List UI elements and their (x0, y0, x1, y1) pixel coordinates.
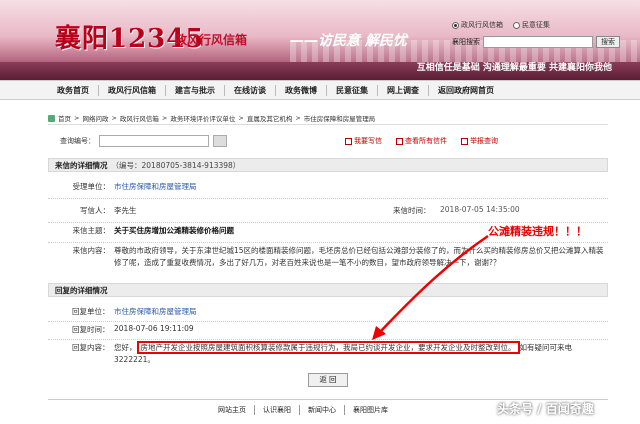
breadcrumb-item[interactable]: 网络问政 (82, 113, 108, 123)
query-button[interactable] (213, 135, 227, 147)
writer-value: 李先生 (114, 206, 137, 215)
report-query-link[interactable]: 举报查询 (461, 136, 498, 146)
divider (48, 124, 608, 125)
time-value: 2018-07-05 14:35:00 (440, 205, 520, 214)
logo-subtitle: 政风行风信箱 (175, 33, 248, 47)
breadcrumb-item[interactable]: 直属及其它机构 (247, 113, 293, 123)
radio-opinion[interactable]: 民意征集 (513, 20, 550, 30)
footer-link-home[interactable]: 网站主页 (210, 405, 255, 415)
back-button[interactable]: 返 回 (308, 373, 348, 387)
unit-label: 受理单位： (72, 182, 111, 191)
breadcrumb-item[interactable]: 政务环境评价评议单位 (170, 113, 235, 123)
footer-link-gallery[interactable]: 襄阳图片库 (345, 405, 396, 415)
content-label: 来信内容： (72, 246, 111, 255)
reply-content-row: 回复内容： 您好， 房地产开发企业按照房屋建筑面积核算装修款属于违规行为，我局已约… (48, 341, 608, 368)
nav-item-interview[interactable]: 在线访谈 (225, 84, 276, 96)
search-label: 襄阳搜索 (452, 38, 480, 46)
breadcrumb-item[interactable]: 市住房保障和房屋管理局 (304, 113, 376, 123)
pen-icon (345, 137, 352, 145)
main-nav: 政务首页 政风行风信箱 建言与批示 在线访谈 政务微博 民意征集 网上调查 返回… (0, 80, 640, 100)
letter-writer-row: 写信人： 李先生 来信时间： 2018-07-05 14:35:00 (48, 205, 608, 223)
reply-content: 您好， 房地产开发企业按照房屋建筑面积核算装修款属于违规行为，我局已约谈开发企业，… (114, 341, 604, 366)
radio-checked-icon[interactable] (452, 21, 459, 29)
radio-unchecked-icon[interactable] (513, 21, 520, 29)
nav-item-weibo[interactable]: 政务微博 (276, 84, 327, 96)
query-row: 查询编号： (60, 135, 227, 147)
letter-section-header: 来信的详细情况 （编号：20180705-3814-913398） (48, 158, 608, 172)
nav-item-survey[interactable]: 网上调查 (378, 84, 429, 96)
search-area: 政风行风信箱 民意征集 襄阳搜索 搜索 (452, 20, 632, 48)
nav-item-opinion[interactable]: 民意征集 (327, 84, 378, 96)
reply-unit-value[interactable]: 市住房保障和房屋管理局 (114, 306, 197, 317)
nav-item-gov-home[interactable]: 返回政府网首页 (429, 85, 503, 96)
reply-unit-row: 回复单位： 市住房保障和房屋管理局 (48, 306, 608, 322)
flag-icon (461, 137, 468, 145)
reply-section-header: 回复的详细情况 (48, 283, 608, 297)
footer-link-about[interactable]: 认识襄阳 (255, 405, 300, 415)
search-input[interactable] (483, 36, 593, 48)
slogan: ——访民意 解民忧 (290, 33, 407, 49)
footer-link-news[interactable]: 新闻中心 (300, 405, 345, 415)
unit-value[interactable]: 市住房保障和房屋管理局 (114, 181, 197, 192)
reply-time-row: 回复时间： 2018-07-06 19:11:09 (48, 324, 608, 340)
banner-motto: 互相信任是基础 沟通理解最重要 共建襄阳你我他 (416, 63, 612, 73)
reply-time-value: 2018-07-06 19:11:09 (114, 324, 194, 333)
writer-label: 写信人： (80, 206, 110, 215)
header-banner: 襄阳12345 政风行风信箱 ——访民意 解民忧 政风行风信箱 民意征集 襄阳搜… (0, 0, 640, 80)
breadcrumb-item[interactable]: 首页 (58, 113, 71, 123)
annotation-text: 公滩精装违规！！！ (488, 225, 587, 238)
write-letter-link[interactable]: 我要写信 (345, 136, 382, 146)
watermark: 头条号 / 百闻奇趣 (497, 402, 594, 416)
letter-unit-row: 受理单位： 市住房保障和房屋管理局 (48, 181, 608, 199)
reply-highlight: 房地产开发企业按照房屋建筑面积核算装修款属于违规行为，我局已约谈开发企业，要求开… (136, 341, 520, 354)
subject-value: 关于买住房增加公滩精装修价格问题 (114, 226, 234, 235)
subject-label: 来信主题： (72, 226, 111, 235)
list-icon (396, 137, 403, 145)
query-input[interactable] (99, 135, 209, 147)
view-all-letters-link[interactable]: 查看所有信件 (396, 136, 447, 146)
letter-content: 尊敬的市政府领导，关于东津世纪城15区的楼面精装修问题，毛坯房总价已经包括公滩部… (114, 246, 604, 267)
radio-mailbox[interactable]: 政风行风信箱 (452, 20, 503, 30)
nav-item-home[interactable]: 政务首页 (48, 84, 99, 96)
search-scope: 政风行风信箱 民意征集 (452, 20, 632, 30)
nav-item-mailbox[interactable]: 政风行风信箱 (99, 84, 166, 96)
search-row: 襄阳搜索 搜索 (452, 36, 632, 48)
home-icon (48, 114, 55, 122)
footer-links: 网站主页 认识襄阳 新闻中心 襄阳图片库 (210, 405, 396, 415)
time-label: 来信时间： (393, 206, 431, 215)
action-links: 我要写信 查看所有信件 举报查询 (345, 136, 498, 146)
query-label: 查询编号： (60, 137, 95, 145)
search-button[interactable]: 搜索 (596, 36, 620, 48)
reply-greeting: 您好， (114, 343, 137, 352)
breadcrumb: 首页 > 网络问政 > 政风行风信箱 > 政务环境评价评议单位 > 直属及其它机构 > 市… (48, 113, 375, 123)
letter-content-row: 来信内容： 尊敬的市政府领导，关于东津世纪城15区的楼面精装修问题，毛坯房总价已… (48, 245, 608, 277)
nav-item-suggestions[interactable]: 建言与批示 (166, 84, 225, 96)
breadcrumb-item[interactable]: 政风行风信箱 (120, 113, 159, 123)
letter-code: （编号：20180705-3814-913398） (111, 160, 241, 170)
